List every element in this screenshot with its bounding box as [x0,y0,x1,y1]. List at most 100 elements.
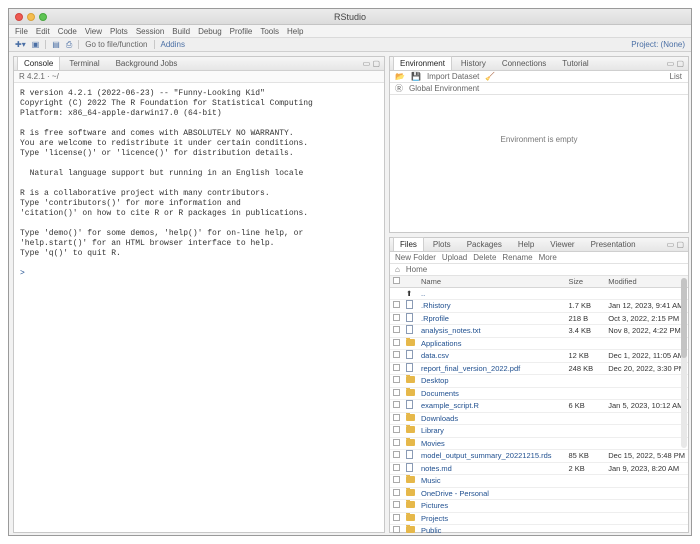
table-row[interactable]: report_final_version_2022.pdf 248 KB Dec 2… [390,362,688,375]
file-name[interactable]: Downloads [418,412,566,425]
row-checkbox[interactable] [393,438,400,446]
clear-workspace-icon[interactable]: 🧹 [485,72,495,81]
menu-build[interactable]: Build [172,27,190,36]
row-checkbox[interactable] [393,376,400,384]
files-tab-packages[interactable]: Packages [460,237,509,251]
table-row[interactable]: Downloads [390,412,688,425]
menu-session[interactable]: Session [136,27,164,36]
row-checkbox[interactable] [393,313,400,321]
maximize-pane-icon[interactable]: ▭ ▢ [667,240,684,249]
row-checkbox[interactable] [393,476,400,484]
size-column-header[interactable]: Size [565,276,606,288]
maximize-pane-icon[interactable]: ▭ ▢ [363,59,380,68]
row-checkbox[interactable] [393,426,400,434]
table-row[interactable]: Desktop [390,374,688,388]
table-row[interactable]: ⬆.. [390,287,688,300]
table-row[interactable]: Projects [390,512,688,525]
table-row[interactable]: .Rhistory 1.7 KB Jan 12, 2023, 9:41 AM [390,299,688,313]
row-checkbox[interactable] [393,338,400,346]
table-row[interactable]: Music [390,474,688,488]
row-checkbox[interactable] [393,401,400,409]
table-row[interactable]: model_output_summary_20221215.rds 85 KB De… [390,449,688,463]
open-project-button[interactable]: ▣ [32,40,40,49]
file-name[interactable]: .Rprofile [418,312,566,325]
row-checkbox[interactable] [393,451,400,459]
file-name[interactable]: .. [418,287,566,300]
menu-profile[interactable]: Profile [230,27,253,36]
save-workspace-icon[interactable]: 💾 [411,72,421,81]
file-name[interactable]: analysis_notes.txt [418,324,566,338]
files-new-folder-button[interactable]: New Folder [395,253,436,262]
table-row[interactable]: Movies [390,437,688,450]
file-name[interactable]: Public [418,524,566,535]
file-name[interactable]: .Rhistory [418,299,566,313]
table-row[interactable]: Library [390,424,688,438]
file-name[interactable]: model_output_summary_20221215.rds [418,449,566,463]
menu-file[interactable]: File [15,27,28,36]
files-rename-button[interactable]: Rename [502,253,532,262]
menu-plots[interactable]: Plots [110,27,128,36]
file-name[interactable]: notes.md [418,462,566,475]
file-name[interactable]: Music [418,474,566,488]
file-name[interactable]: report_final_version_2022.pdf [418,362,566,375]
table-row[interactable]: Applications [390,337,688,350]
breadcrumb-home[interactable]: Home [406,265,427,274]
row-checkbox[interactable] [393,463,400,471]
file-name[interactable]: data.csv [418,349,566,363]
file-name[interactable]: example_script.R [418,399,566,413]
name-column-header[interactable]: Name [418,276,566,288]
new-file-button[interactable]: ✚▾ [15,40,26,49]
files-tab-plots[interactable]: Plots [426,237,458,251]
files-delete-button[interactable]: Delete [473,253,496,262]
maximize-pane-icon[interactable]: ▭ ▢ [667,59,684,68]
row-checkbox[interactable] [393,388,400,396]
console-tab-background-jobs[interactable]: Background Jobs [109,56,185,70]
file-name[interactable]: Pictures [418,499,566,513]
table-row[interactable]: notes.md 2 KB Jan 9, 2023, 8:20 AM [390,462,688,475]
modified-column-header[interactable]: Modified [605,276,688,288]
print-button[interactable]: ⎙ [66,40,72,50]
menu-edit[interactable]: Edit [36,27,50,36]
row-checkbox[interactable] [393,413,400,421]
menu-debug[interactable]: Debug [198,27,222,36]
files-tab-presentation[interactable]: Presentation [584,237,643,251]
table-row[interactable]: Documents [390,387,688,400]
console-tab-console[interactable]: Console [17,56,61,70]
table-row[interactable]: OneDrive - Personal [390,487,688,500]
table-row[interactable]: Public [390,524,688,535]
console-tab-terminal[interactable]: Terminal [62,56,106,70]
files-scrollbar[interactable] [681,278,687,448]
menu-code[interactable]: Code [58,27,77,36]
menu-tools[interactable]: Tools [260,27,279,36]
view-mode-select[interactable]: List [670,72,682,81]
project-menu[interactable]: Project: (None) [631,40,685,49]
file-name[interactable]: Desktop [418,374,566,388]
file-name[interactable]: Library [418,424,566,438]
files-scrollbar-thumb[interactable] [681,278,687,358]
environment-scope-select[interactable]: Global Environment [409,84,479,93]
import-dataset-button[interactable]: Import Dataset [427,72,479,81]
files-tab-viewer[interactable]: Viewer [543,237,581,251]
file-name[interactable]: Movies [418,437,566,450]
table-row[interactable]: Pictures [390,499,688,513]
environment-tab-environment[interactable]: Environment [393,56,452,70]
row-checkbox[interactable] [393,488,400,496]
console-prompt[interactable]: > [20,269,25,278]
menu-help[interactable]: Help [287,27,303,36]
files-tab-files[interactable]: Files [393,237,424,251]
row-checkbox[interactable] [393,351,400,359]
environment-tab-tutorial[interactable]: Tutorial [555,56,595,70]
row-checkbox[interactable] [393,301,400,309]
table-row[interactable]: analysis_notes.txt 3.4 KB Nov 8, 2022, 4:2… [390,324,688,338]
environment-tab-history[interactable]: History [454,56,493,70]
file-name[interactable]: Documents [418,387,566,400]
row-checkbox[interactable] [393,513,400,521]
table-row[interactable]: data.csv 12 KB Dec 1, 2022, 11:05 AM [390,349,688,363]
go-to-file-input[interactable]: Go to file/function [85,40,147,49]
file-name[interactable]: Applications [418,337,566,350]
open-workspace-icon[interactable]: 📂 [395,72,405,81]
files-more-button[interactable]: More [539,253,557,262]
row-checkbox[interactable] [393,326,400,334]
table-row[interactable]: .Rprofile 218 B Oct 3, 2022, 2:15 PM [390,312,688,325]
addins-menu[interactable]: Addins [161,40,185,49]
